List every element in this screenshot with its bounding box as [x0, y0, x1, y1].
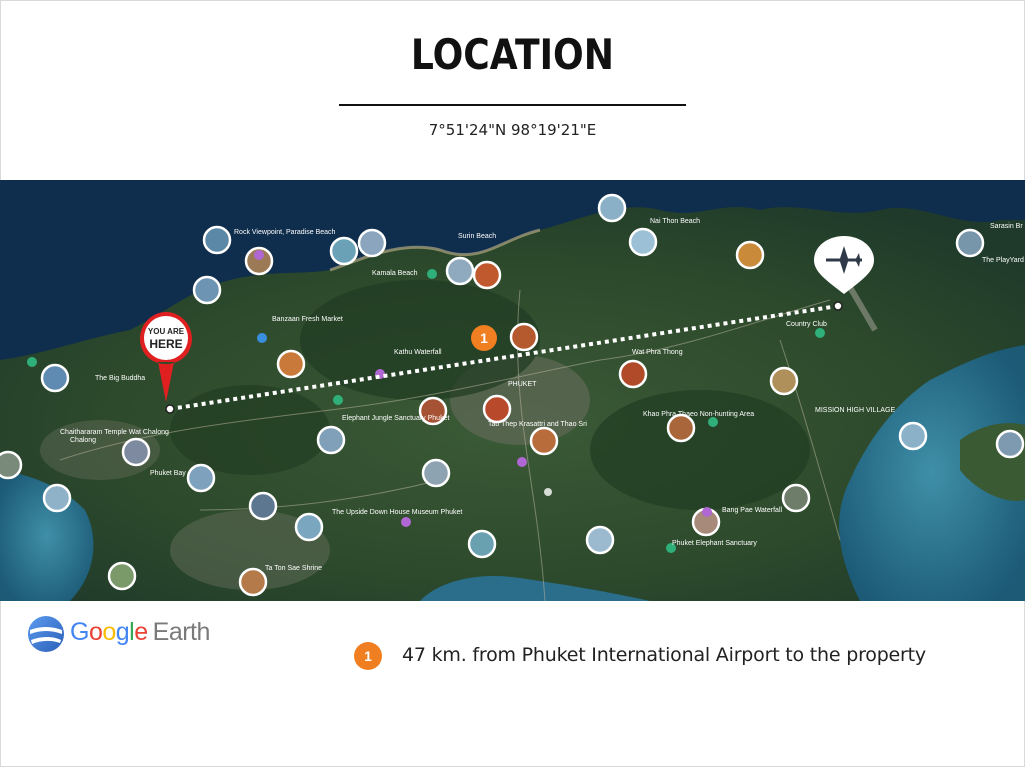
poi-thumbnail[interactable] — [529, 426, 559, 456]
poi-thumbnail[interactable] — [666, 413, 696, 443]
you-are-here-line2: HERE — [149, 337, 182, 351]
poi-thumbnail[interactable] — [628, 227, 658, 257]
poi-thumbnail[interactable] — [955, 228, 985, 258]
poi-thumbnail[interactable] — [202, 225, 232, 255]
poi-dot-icon[interactable] — [708, 417, 718, 427]
page-title: LOCATION — [410, 30, 614, 79]
legend-distance-text: 47 km. from Phuket International Airport… — [402, 644, 926, 666]
brand-letter: o — [88, 618, 103, 646]
poi-thumbnail[interactable] — [509, 322, 539, 352]
poi-dot-icon[interactable] — [815, 328, 825, 338]
poi-thumbnail[interactable] — [472, 260, 502, 290]
map-label: Kamala Beach — [372, 270, 418, 277]
poi-thumbnail[interactable] — [995, 429, 1025, 459]
brand-earth: Earth — [152, 618, 211, 646]
poi-dot-icon[interactable] — [254, 250, 264, 260]
map-label: MISSION HIGH VILLAGE — [815, 407, 895, 414]
map-label: Elephant Jungle Sanctuary Phuket — [342, 415, 449, 422]
poi-thumbnail[interactable] — [40, 363, 70, 393]
google-earth-logo-icon — [28, 616, 64, 652]
poi-thumbnail[interactable] — [357, 228, 387, 258]
airport-point — [833, 301, 843, 311]
map-label: Wat Phra Thong — [632, 349, 683, 356]
map-label: Bang Pae Waterfall — [722, 507, 782, 514]
poi-thumbnail[interactable] — [898, 421, 928, 451]
map-label: Tao Thep Krasattri and Thao Sri — [488, 421, 587, 428]
brand-letter: g — [115, 618, 130, 646]
map-label: Phuket Elephant Sanctuary — [672, 540, 757, 547]
poi-dot-icon[interactable] — [333, 395, 343, 405]
you-are-here-line1: YOU ARE — [148, 327, 185, 336]
poi-thumbnail[interactable] — [781, 483, 811, 513]
map-label: Phuket Bay — [150, 470, 186, 477]
poi-thumbnail[interactable] — [467, 529, 497, 559]
map-label: The PlayYard — [982, 257, 1024, 264]
poi-thumbnail[interactable] — [482, 394, 512, 424]
google-earth-wordmark: Google Earth — [70, 618, 210, 647]
property-point — [165, 404, 175, 414]
map-label: PHUKET — [508, 381, 537, 388]
coordinates-text: 7°51'24"N 98°19'21"E — [428, 121, 597, 139]
poi-dot-icon[interactable] — [544, 488, 552, 496]
poi-thumbnail[interactable] — [0, 450, 23, 480]
poi-thumbnail[interactable] — [238, 567, 268, 597]
map-label: The Upside Down House Museum Phuket — [332, 509, 462, 516]
legend-number-badge: 1 — [354, 642, 382, 670]
satellite-map[interactable]: Rock Viewpoint, Paradise Beach Surin Bea… — [0, 180, 1025, 601]
poi-dot-icon[interactable] — [257, 333, 267, 343]
map-label: The Big Buddha — [95, 375, 145, 382]
poi-dot-icon[interactable] — [517, 457, 527, 467]
map-label: Chalong — [70, 437, 96, 444]
map-label: Nai Thon Beach — [650, 218, 700, 225]
poi-thumbnail[interactable] — [769, 366, 799, 396]
poi-thumbnail[interactable] — [445, 256, 475, 286]
poi-dot-icon[interactable] — [427, 269, 437, 279]
poi-thumbnail[interactable] — [735, 240, 765, 270]
poi-thumbnail[interactable] — [276, 349, 306, 379]
poi-thumbnail[interactable] — [316, 425, 346, 455]
poi-thumbnail[interactable] — [329, 236, 359, 266]
map-label: Country Club — [786, 321, 827, 328]
poi-dot-icon[interactable] — [27, 357, 37, 367]
map-label: Ta Ton Sae Shrine — [265, 565, 322, 572]
poi-thumbnail[interactable] — [421, 458, 451, 488]
svg-text:1: 1 — [480, 330, 488, 346]
map-label: Kathu Waterfall — [394, 349, 442, 356]
poi-thumbnail[interactable] — [107, 561, 137, 591]
forest-hills-east — [590, 390, 810, 510]
map-label: Surin Beach — [458, 233, 496, 240]
map-label: Rock Viewpoint, Paradise Beach — [234, 229, 336, 236]
poi-thumbnail[interactable] — [42, 483, 72, 513]
brand-letter: G — [70, 618, 89, 646]
poi-thumbnail[interactable] — [121, 437, 151, 467]
map-label: Khao Phra Thaeo Non-hunting Area — [643, 411, 754, 418]
poi-thumbnail[interactable] — [597, 193, 627, 223]
poi-thumbnail[interactable] — [186, 463, 216, 493]
brand-letter: e — [134, 618, 148, 646]
map-label: Banzaan Fresh Market — [272, 316, 343, 323]
brand-letter: o — [102, 618, 116, 646]
poi-dot-icon[interactable] — [702, 507, 712, 517]
poi-thumbnail[interactable] — [585, 525, 615, 555]
poi-thumbnail[interactable] — [248, 491, 278, 521]
title-divider — [339, 104, 686, 106]
map-label: Sarasin Br — [990, 223, 1023, 230]
poi-thumbnail[interactable] — [192, 275, 222, 305]
poi-dot-icon[interactable] — [401, 517, 411, 527]
poi-thumbnail[interactable] — [618, 359, 648, 389]
poi-thumbnail[interactable] — [294, 512, 324, 542]
route-number-marker[interactable]: 1 — [471, 325, 497, 351]
map-label: Chaithararam Temple Wat Chalong — [60, 429, 169, 436]
